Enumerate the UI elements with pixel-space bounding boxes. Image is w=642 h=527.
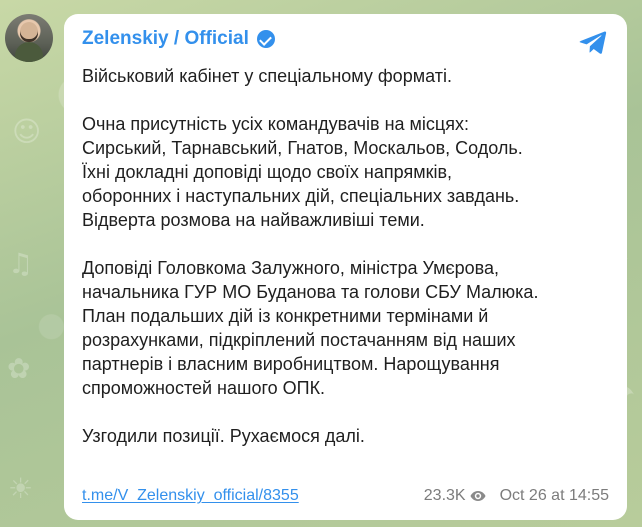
message-line: Сирський, Тарнавський, Гнатов, Москальов…: [82, 138, 523, 158]
message-paragraph-1: Військовий кабінет у спеціальному формат…: [82, 64, 607, 88]
message-text: Військовий кабінет у спеціальному формат…: [82, 64, 607, 448]
message-footer: t.me/V_Zelenskiy_official/8355 23.3K Oct…: [82, 486, 609, 506]
background-doodle-icon: ✿: [7, 352, 31, 385]
telegram-send-icon[interactable]: [577, 26, 609, 58]
message-line: Узгодили позиції. Рухаємося далі.: [82, 426, 365, 446]
channel-avatar[interactable]: [5, 14, 53, 62]
background-doodle-icon: ♫: [8, 247, 34, 280]
message-line: Відверта розмова на найважливіші теми.: [82, 210, 425, 230]
channel-name[interactable]: Zelenskiy / Official: [82, 28, 249, 50]
background-doodle-icon: ☀: [8, 472, 34, 505]
views-value: 23.3K: [423, 487, 466, 504]
verified-badge-icon: [256, 30, 275, 48]
message-paragraph-3: Доповіді Головкома Залужного, міністра У…: [82, 256, 607, 400]
message-line: Очна присутність усіх командувачів на мі…: [82, 114, 469, 134]
message-line: розрахунками, підкріплений постачанням в…: [82, 330, 516, 350]
message-meta: 23.3K Oct 26 at 14:55: [424, 487, 609, 505]
message-paragraph-4: Узгодили позиції. Рухаємося далі.: [82, 424, 607, 448]
eye-icon: [470, 491, 486, 501]
post-link[interactable]: t.me/V_Zelenskiy_official/8355: [82, 487, 299, 505]
message-line: Військовий кабінет у спеціальному формат…: [82, 66, 452, 86]
background-doodle-icon: ☺: [12, 115, 42, 148]
message-line: оборонних і наступальних дій, спеціальни…: [82, 186, 520, 206]
message-line: спроможностей нашого ОПК.: [82, 378, 326, 398]
message-line: Їхні докладні доповіді щодо своїх напрям…: [82, 162, 453, 182]
message-paragraph-2: Очна присутність усіх командувачів на мі…: [82, 112, 607, 232]
message-line: партнерів і власним виробництвом. Нарощу…: [82, 354, 500, 374]
message-bubble: Zelenskiy / Official Військовий кабінет …: [64, 14, 627, 520]
message-line: План подальших дій із конкретними термін…: [82, 306, 489, 326]
message-time: Oct 26 at 14:55: [499, 487, 609, 504]
views-count: 23.3K: [424, 487, 486, 505]
message-line: Доповіді Головкома Залужного, міністра У…: [82, 258, 500, 278]
message-header: Zelenskiy / Official: [82, 26, 609, 52]
message-line: начальника ГУР МО Буданова та голови СБУ…: [82, 282, 539, 302]
